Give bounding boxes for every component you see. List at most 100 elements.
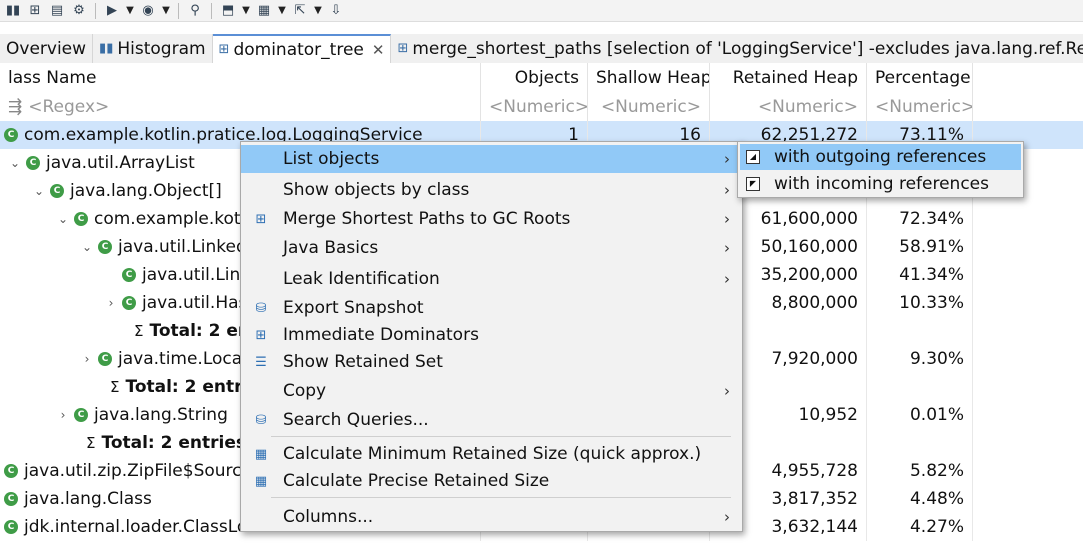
filter-objects[interactable]: <Numeric> (481, 93, 588, 121)
class-icon: C (98, 240, 112, 254)
immediate-dominators-icon: ⊞ (255, 327, 267, 343)
chevron-right-icon: › (724, 382, 730, 400)
chevron-down-icon[interactable]: ▼ (125, 3, 135, 19)
calculator-icon[interactable]: ▦ (255, 3, 273, 19)
filter-class-name[interactable]: ⇶ <Regex> (0, 93, 481, 121)
close-icon[interactable]: ✕ (372, 41, 385, 59)
class-icon: C (74, 212, 88, 226)
export-icon[interactable]: ⇱ (291, 3, 309, 19)
tab-merge-shortest-paths[interactable]: ⊞ merge_shortest_paths [selection of 'Lo… (391, 34, 1083, 63)
menu-item-columns[interactable]: Columns... › (241, 503, 742, 531)
menu-item-calc-min-retained[interactable]: ▦ Calculate Minimum Retained Size (quick… (241, 440, 742, 468)
sum-icon: Σ (110, 378, 120, 396)
menu-separator (271, 497, 731, 498)
menu-item-merge-shortest-paths[interactable]: ⊞ Merge Shortest Paths to GC Roots › (241, 205, 742, 233)
row-percentage: 58.91% (867, 233, 973, 261)
class-icon: C (122, 268, 136, 282)
query-browser-icon[interactable]: ◉ (139, 3, 157, 19)
search-icon[interactable]: ⚲ (186, 3, 204, 19)
histogram-icon[interactable]: ▮▮ (4, 3, 22, 19)
tab-overview[interactable]: Overview (0, 34, 94, 63)
oql-icon[interactable]: ▤ (48, 3, 66, 19)
row-class-name: com.example.kot (94, 209, 241, 229)
menu-item-immediate-dominators[interactable]: ⊞ Immediate Dominators (241, 321, 742, 349)
chevron-down-icon[interactable]: ⌄ (8, 156, 22, 170)
tab-label: Overview (6, 38, 87, 59)
filter-percentage[interactable]: <Numeric> (867, 93, 973, 121)
search-queries-icon: ⛁ (255, 412, 267, 428)
submenu-item-incoming-references[interactable]: ◤ with incoming references (740, 171, 1021, 197)
row-percentage (867, 317, 973, 345)
column-header-shallow-heap[interactable]: Shallow Heap (588, 63, 710, 93)
row-percentage (867, 373, 973, 401)
menu-item-copy[interactable]: Copy › (241, 377, 742, 405)
tab-histogram[interactable]: ▮▮ Histogram (93, 34, 213, 63)
chevron-down-icon[interactable]: ▼ (241, 3, 251, 19)
filter-shallow-heap[interactable]: <Numeric> (588, 93, 710, 121)
menu-item-search-queries[interactable]: ⛁ Search Queries... (241, 406, 742, 434)
column-header-retained-heap[interactable]: Retained Heap (710, 63, 867, 93)
class-icon: C (26, 156, 40, 170)
row-class-name: java.util.Linked (118, 237, 247, 257)
menu-separator (271, 436, 731, 437)
chevron-right-icon: › (724, 239, 730, 257)
pin-icon[interactable]: ⇩ (327, 3, 345, 19)
tab-label: dominator_tree (233, 39, 364, 60)
merge-paths-icon: ⊞ (397, 41, 409, 56)
row-percentage: 10.33% (867, 289, 973, 317)
menu-item-java-basics[interactable]: Java Basics › (241, 234, 742, 262)
outgoing-references-icon: ◢ (746, 150, 760, 164)
chevron-right-icon[interactable]: › (104, 296, 118, 310)
histogram-icon: ▮▮ (99, 41, 114, 56)
tab-dominator-tree[interactable]: ⊞ dominator_tree ✕ (212, 34, 392, 63)
row-percentage: 4.27% (867, 513, 973, 541)
class-icon: C (98, 352, 112, 366)
incoming-references-icon: ◤ (746, 177, 760, 191)
chevron-down-icon[interactable]: ▼ (161, 3, 171, 19)
run-report-icon[interactable]: ▶ (103, 3, 121, 19)
column-header-objects[interactable]: Objects (481, 63, 588, 93)
chevron-down-icon[interactable]: ▼ (277, 3, 287, 19)
chevron-down-icon[interactable]: ▼ (313, 3, 323, 19)
filter-retained-heap[interactable]: <Numeric> (710, 93, 867, 121)
toolbar-separator (178, 2, 179, 19)
column-header-class-name[interactable]: lass Name (0, 63, 481, 93)
editor-tabs: Overview ▮▮ Histogram ⊞ dominator_tree ✕… (0, 34, 1083, 64)
chevron-right-icon: › (724, 508, 730, 526)
row-total-label: Total: 2 entries (101, 433, 247, 453)
row-class-name: java.util.Has (142, 293, 248, 313)
menu-item-show-objects-by-class[interactable]: Show objects by class › (241, 176, 742, 204)
row-percentage: 41.34% (867, 261, 973, 289)
submenu-item-outgoing-references[interactable]: ◢ with outgoing references (740, 144, 1021, 170)
column-header-percentage[interactable]: Percentage (867, 63, 973, 93)
chevron-down-icon[interactable]: ⌄ (56, 212, 70, 226)
class-icon: C (4, 492, 18, 506)
toolbar-separator (95, 2, 96, 19)
menu-item-export-snapshot[interactable]: ⛁ Export Snapshot (241, 294, 742, 322)
menu-item-calc-precise-retained[interactable]: ▦ Calculate Precise Retained Size (241, 467, 742, 495)
chevron-right-icon[interactable]: › (80, 352, 94, 366)
group-by-icon[interactable]: ⬒ (219, 3, 237, 19)
table-header: lass Name Objects Shallow Heap Retained … (0, 63, 1083, 93)
row-percentage: 0.01% (867, 401, 973, 429)
row-class-name: java.lang.Class (24, 489, 152, 509)
row-class-name: java.util.Lin (142, 265, 241, 285)
class-icon: C (122, 296, 136, 310)
dominator-tree-icon[interactable]: ⊞ (26, 3, 44, 19)
settings-gear-icon[interactable]: ⚙ (70, 3, 88, 19)
row-class-name: java.util.zip.ZipFile$Source (24, 461, 252, 481)
menu-item-leak-identification[interactable]: Leak Identification › (241, 265, 742, 293)
row-class-name: java.util.ArrayList (46, 153, 195, 173)
chevron-right-icon: › (724, 150, 730, 168)
menu-item-list-objects[interactable]: List objects › (241, 145, 742, 173)
chevron-down-icon[interactable]: ⌄ (32, 184, 46, 198)
row-percentage: 72.34% (867, 205, 973, 233)
chevron-down-icon[interactable]: ⌄ (80, 240, 94, 254)
row-percentage: 4.48% (867, 485, 973, 513)
filter-filler (973, 93, 1083, 121)
calculator-icon: ▦ (254, 446, 268, 462)
menu-item-show-retained-set[interactable]: ☰ Show Retained Set (241, 348, 742, 376)
chevron-right-icon[interactable]: › (56, 408, 70, 422)
filter-row: ⇶ <Regex> <Numeric> <Numeric> <Numeric> <… (0, 93, 1083, 121)
chevron-right-icon: › (724, 210, 730, 228)
